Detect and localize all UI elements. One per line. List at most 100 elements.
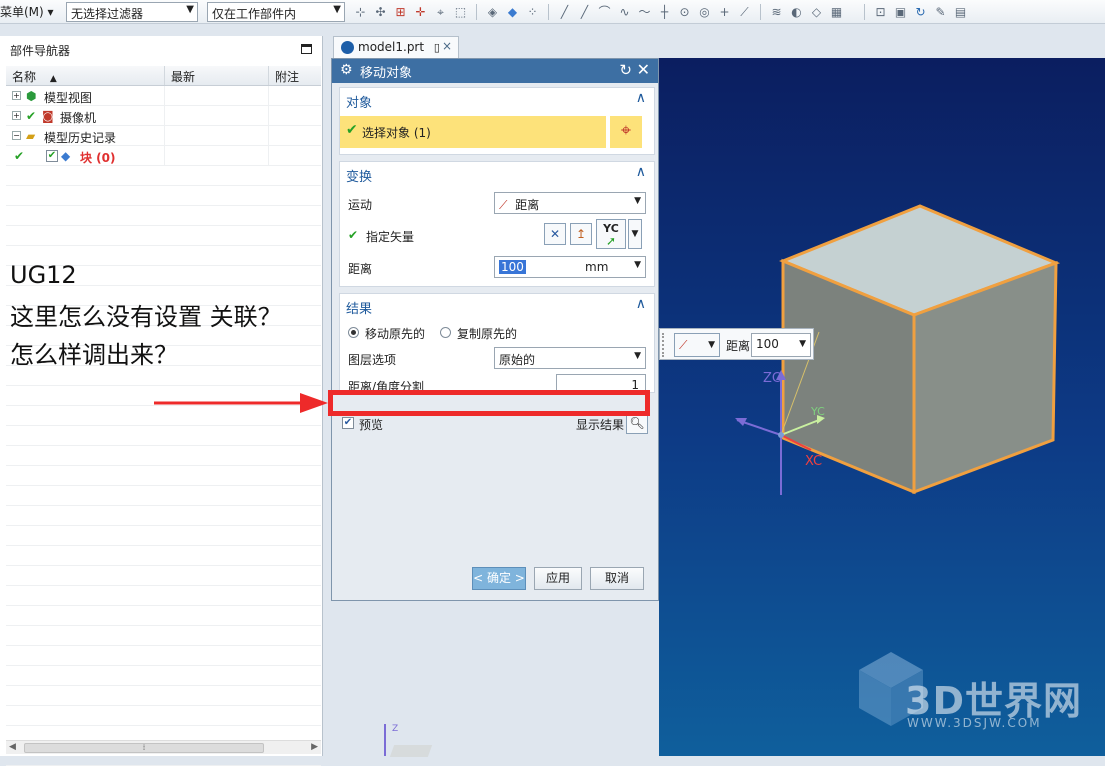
top-toolbar: 菜单(M) ▾ 无选择过滤器 ▼ 仅在工作部件内 ▼ ⊹ ✣ ⊞ ✛ ⌖ ⬚ ◈ ◆… [0, 0, 1105, 24]
drag-grip[interactable] [662, 333, 666, 357]
annotation-line-1: UG12 [10, 261, 77, 289]
brush-icon[interactable]: ✎ [932, 4, 949, 21]
shade-icon[interactable]: ◐ [788, 4, 805, 21]
section-header-transform[interactable]: 变换 ∧ [340, 162, 654, 186]
select-feature-icon[interactable]: ⌖ [432, 4, 449, 21]
navigator-title: 部件导航器 [10, 44, 71, 58]
maximize-icon[interactable] [301, 44, 312, 54]
spline-icon[interactable]: ∿ [616, 4, 633, 21]
cancel-button[interactable]: 取消 [590, 567, 644, 590]
body-icon[interactable]: ◆ [504, 4, 521, 21]
zoom-icon[interactable]: ⊡ [872, 4, 889, 21]
selection-scope-dropdown[interactable]: 仅在工作部件内 ▼ [207, 2, 345, 22]
eraser-icon[interactable]: ◇ [808, 4, 825, 21]
ok-button[interactable]: < 确定 > [472, 567, 526, 590]
line-icon[interactable]: ╱ [556, 4, 573, 21]
distance-motion-icon: ⟋ [499, 198, 508, 212]
circle-icon[interactable]: ⊙ [676, 4, 693, 21]
dialog-title-bar[interactable]: ⚙ 移动对象 ↻ ✕ [332, 59, 658, 83]
gear-icon[interactable]: ⚙ [340, 62, 353, 78]
plus-icon[interactable]: + [716, 4, 733, 21]
distance-input[interactable]: 100 mm ▼ [494, 256, 646, 278]
line-icon-2[interactable]: ╱ [576, 4, 593, 21]
horizontal-scrollbar[interactable]: ◀ ⁞ ▶ [6, 740, 321, 754]
column-header-name[interactable]: 名称 ▲ [6, 66, 165, 85]
graphics-viewport[interactable]: ZC XC YC Z [659, 58, 1105, 756]
document-tab-bar: model1.prt ▯ × [331, 36, 1105, 58]
tree-label: 块 (0) [80, 151, 116, 165]
collapse-icon[interactable]: − [12, 131, 21, 140]
sort-asc-icon: ▲ [49, 74, 57, 84]
refresh-icon[interactable]: ↻ [912, 4, 929, 21]
move-object-dialog: ⚙ 移动对象 ↻ ✕ 对象 ∧ ✔ 选择对象 (1) ⌖ 变换 ∧ 运动 ⟋ 距… [331, 58, 659, 601]
vector-inference-button[interactable]: ↥ [570, 223, 592, 245]
reset-icon[interactable]: ↻ [619, 61, 632, 79]
scroll-right-icon[interactable]: ▶ [311, 742, 318, 752]
vector-dialog-button[interactable]: ✕ [544, 223, 566, 245]
modified-icon: ▯ [433, 41, 440, 54]
preview-checkbox[interactable]: ✔ [342, 417, 354, 429]
diagonal-icon[interactable]: ⟋ [736, 4, 753, 21]
select-region-icon[interactable]: ⬚ [452, 4, 469, 21]
up-to-date-icon: ✔ [14, 149, 25, 163]
block-visibility-checkbox[interactable]: ✔ [46, 150, 58, 162]
chevron-down-icon: ▼ [333, 4, 341, 15]
section-header-object[interactable]: 对象 ∧ [340, 88, 654, 112]
tab-model1[interactable]: model1.prt ▯ × [333, 36, 459, 58]
layer-option-dropdown[interactable]: 原始的 ▼ [494, 347, 646, 369]
curve-filter-icon[interactable]: ⊞ [392, 4, 409, 21]
inferred-vector-icon: ↥ [575, 227, 587, 241]
move-icon[interactable]: ✛ [412, 4, 429, 21]
cube-view-icon[interactable]: ▦ [828, 4, 845, 21]
menu-button[interactable]: 菜单(M) ▾ [0, 3, 54, 20]
face-icon[interactable]: ◈ [484, 4, 501, 21]
expand-icon[interactable]: + [12, 111, 21, 120]
mini-z-axis [384, 724, 386, 756]
point-filter-icon[interactable]: ✣ [372, 4, 389, 21]
distance-label: 距离 [348, 262, 373, 276]
close-tab-icon[interactable]: × [442, 39, 452, 53]
circle-center-icon[interactable]: ◎ [696, 4, 713, 21]
float-distance-input[interactable]: 100 ▼ [751, 333, 811, 357]
layer-icon[interactable]: ≋ [768, 4, 785, 21]
chevron-down-icon: ▼ [634, 196, 641, 206]
column-header-notes[interactable]: 附注 [269, 66, 321, 85]
tree-row-block[interactable]: ✔ ◆ 块 (0) ✔ [6, 146, 321, 166]
collapse-caret-icon[interactable]: ∧ [636, 296, 646, 312]
tree-row-cameras[interactable]: + ✔ ◙ 摄像机 [6, 106, 321, 126]
collapse-caret-icon[interactable]: ∧ [636, 164, 646, 180]
point-icon[interactable]: ⁘ [524, 4, 541, 21]
scroll-thumb[interactable]: ⁞ [24, 743, 264, 753]
close-icon[interactable]: ✕ [637, 60, 650, 79]
float-distance-bar: ⟋ ▼ 距离 100 ▼ [659, 328, 814, 360]
scroll-left-icon[interactable]: ◀ [9, 742, 16, 752]
notes-icon[interactable]: ▤ [952, 4, 969, 21]
section-header-result[interactable]: 结果 ∧ [340, 294, 654, 318]
column-header-latest[interactable]: 最新 [165, 66, 269, 85]
snap-icon[interactable]: ⊹ [352, 4, 369, 21]
tree-row-model-history[interactable]: − ▰ 模型历史记录 [6, 126, 321, 146]
expand-icon[interactable]: + [12, 91, 21, 100]
motion-dropdown[interactable]: ⟋ 距离 ▼ [494, 192, 646, 214]
wave-icon[interactable]: 〜 [636, 4, 653, 21]
radio-move-original[interactable] [348, 327, 359, 338]
navigator-tree: + ⬢ 模型视图 + ✔ ◙ 摄像机 − ▰ 模型历史记录 ✔ ◆ 块 (0) … [6, 86, 321, 766]
motion-type-button[interactable]: ⟋ ▼ [674, 333, 720, 357]
selection-filter-dropdown[interactable]: 无选择过滤器 ▼ [66, 2, 198, 22]
specify-vector-label: 指定矢量 [366, 230, 415, 244]
vector-type-dropdown[interactable]: ▼ [628, 219, 642, 249]
yc-label: YC [810, 405, 825, 418]
select-object-row[interactable]: ✔ 选择对象 (1) [340, 116, 606, 148]
view-icon[interactable]: ▣ [892, 4, 909, 21]
collapse-caret-icon[interactable]: ∧ [636, 90, 646, 106]
tree-row-model-views[interactable]: + ⬢ 模型视图 [6, 86, 321, 106]
navigator-header: 名称 ▲ 最新 附注 [6, 66, 321, 86]
vector-type-button[interactable]: YC ➚ [596, 219, 626, 249]
arc-icon[interactable]: ⌒ [596, 4, 613, 21]
chevron-down-icon: ▼ [634, 260, 641, 270]
intersect-icon[interactable]: ┼ [656, 4, 673, 21]
apply-button[interactable]: 应用 [534, 567, 582, 590]
crosshair-select-button[interactable]: ⌖ [610, 116, 642, 148]
radio-copy-original[interactable] [440, 327, 451, 338]
highlight-box [328, 390, 650, 416]
